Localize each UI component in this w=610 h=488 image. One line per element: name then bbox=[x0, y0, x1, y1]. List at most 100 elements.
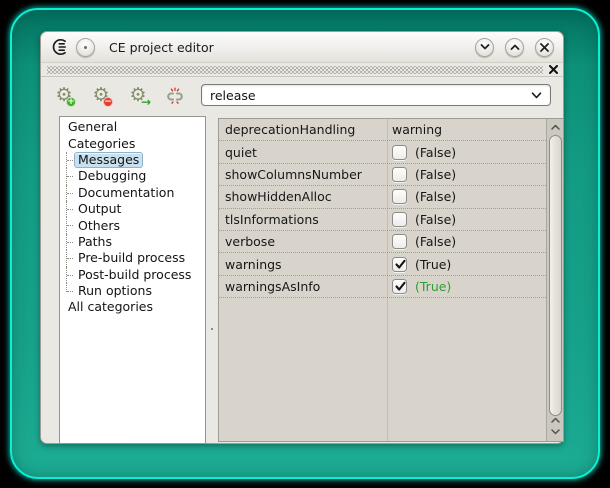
sidebar-item-run-options[interactable]: Run options bbox=[60, 283, 205, 299]
scroll-up-button[interactable] bbox=[547, 120, 563, 134]
configuration-select[interactable]: release bbox=[201, 84, 551, 106]
scroll-down-button[interactable] bbox=[547, 426, 563, 438]
arrow-badge: → bbox=[140, 97, 152, 108]
close-icon bbox=[540, 43, 549, 52]
sidebar-item-label: Run options bbox=[74, 283, 156, 299]
sidebar-item-label: General bbox=[64, 119, 121, 135]
toolbar-close-button[interactable] bbox=[546, 64, 560, 76]
property-name: quiet bbox=[219, 145, 387, 160]
property-value: (True) bbox=[415, 279, 451, 294]
property-name: warnings bbox=[219, 257, 387, 272]
sidebar-item-output[interactable]: Output bbox=[60, 201, 205, 217]
sidebar-item-label: Paths bbox=[74, 234, 116, 250]
sidebar-item-label: Debugging bbox=[74, 168, 150, 184]
toolbar: ⚙ + ⚙ − ⚙ → release bbox=[41, 77, 563, 113]
sidebar-item-general[interactable]: General bbox=[60, 119, 205, 135]
checkbox[interactable] bbox=[392, 279, 407, 294]
sticky-button[interactable] bbox=[76, 38, 95, 57]
chevron-up-icon bbox=[510, 44, 520, 50]
ce-logo-icon bbox=[50, 37, 70, 57]
checkmark-icon bbox=[394, 258, 407, 271]
property-value: (False) bbox=[415, 167, 456, 182]
sidebar-item-label: Messages bbox=[74, 152, 143, 168]
checkbox[interactable] bbox=[392, 167, 407, 182]
sidebar-item-documentation[interactable]: Documentation bbox=[60, 185, 205, 201]
property-value: (False) bbox=[415, 145, 456, 160]
checkbox[interactable] bbox=[392, 145, 407, 160]
checkbox[interactable] bbox=[392, 257, 407, 272]
property-row-verbose[interactable]: verbose (False) bbox=[219, 231, 546, 253]
vertical-scrollbar[interactable] bbox=[546, 119, 563, 441]
toolbar-handle[interactable] bbox=[47, 66, 543, 74]
checkbox[interactable] bbox=[392, 234, 407, 249]
property-name: warningsAsInfo bbox=[219, 279, 387, 294]
property-value: (True) bbox=[415, 257, 451, 272]
minimize-button[interactable] bbox=[475, 38, 494, 57]
sidebar-item-label: All categories bbox=[64, 299, 157, 315]
sidebar-item-label: Documentation bbox=[74, 185, 178, 201]
sidebar-item-debugging[interactable]: Debugging bbox=[60, 168, 205, 184]
toolbar-dock-titlebar[interactable] bbox=[41, 63, 563, 77]
chevron-down-icon bbox=[551, 429, 560, 435]
dot-icon bbox=[84, 46, 87, 49]
property-row-quiet[interactable]: quiet (False) bbox=[219, 141, 546, 163]
close-icon bbox=[549, 65, 558, 74]
property-value-cell: (False) bbox=[387, 212, 546, 227]
property-row-showHiddenAlloc[interactable]: showHiddenAlloc (False) bbox=[219, 186, 546, 208]
maximize-button[interactable] bbox=[505, 38, 524, 57]
minus-badge: − bbox=[103, 97, 113, 107]
sidebar-item-label: Pre-build process bbox=[74, 250, 189, 266]
checkbox[interactable] bbox=[392, 212, 407, 227]
broken-link-icon bbox=[165, 85, 185, 105]
property-row-warningsAsInfo[interactable]: warningsAsInfo (True) bbox=[219, 276, 546, 298]
checkbox[interactable] bbox=[392, 189, 407, 204]
property-row-showColumnsNumber[interactable]: showColumnsNumber (False) bbox=[219, 164, 546, 186]
property-name: verbose bbox=[219, 234, 387, 249]
sidebar-item-all-categories[interactable]: All categories bbox=[60, 299, 205, 315]
remove-configuration-button[interactable]: ⚙ − bbox=[90, 84, 112, 106]
sidebar-item-post-build-process[interactable]: Post-build process bbox=[60, 267, 205, 283]
sidebar-item-categories[interactable]: Categories bbox=[60, 135, 205, 151]
sidebar-item-label: Post-build process bbox=[74, 267, 195, 283]
property-value-cell: (False) bbox=[387, 234, 546, 249]
property-value: warning bbox=[392, 122, 442, 137]
add-configuration-button[interactable]: ⚙ + bbox=[53, 84, 75, 106]
property-name: deprecationHandling bbox=[219, 122, 387, 137]
sidebar-item-label: Others bbox=[74, 218, 124, 234]
property-value-cell: (True) bbox=[387, 257, 546, 272]
ce-project-editor-window: CE project editor ⚙ + ⚙ − bbox=[40, 31, 564, 444]
property-value-cell: (True) bbox=[387, 279, 546, 294]
property-row-warnings[interactable]: warnings (True) bbox=[219, 253, 546, 275]
checkmark-icon bbox=[394, 280, 407, 293]
titlebar[interactable]: CE project editor bbox=[41, 32, 563, 63]
property-value: (False) bbox=[415, 212, 456, 227]
property-value-cell: warning bbox=[387, 122, 546, 137]
sidebar-item-messages[interactable]: Messages bbox=[60, 152, 205, 168]
window-controls bbox=[475, 38, 554, 57]
property-value-cell: (False) bbox=[387, 145, 546, 160]
property-value-cell: (False) bbox=[387, 167, 546, 182]
unlink-configuration-button[interactable] bbox=[164, 84, 186, 106]
chevron-down-icon bbox=[531, 92, 542, 99]
sidebar-item-pre-build-process[interactable]: Pre-build process bbox=[60, 250, 205, 266]
property-value: (False) bbox=[415, 234, 456, 249]
sidebar-item-paths[interactable]: Paths bbox=[60, 234, 205, 250]
property-value: (False) bbox=[415, 189, 456, 204]
property-value-cell: (False) bbox=[387, 189, 546, 204]
property-row-tlsInformations[interactable]: tlsInformations (False) bbox=[219, 209, 546, 231]
close-button[interactable] bbox=[535, 38, 554, 57]
property-row-deprecationHandling[interactable]: deprecationHandling warning bbox=[219, 119, 546, 141]
splitter-handle[interactable] bbox=[207, 116, 217, 444]
property-name: tlsInformations bbox=[219, 212, 387, 227]
copy-configuration-button[interactable]: ⚙ → bbox=[127, 84, 149, 106]
scroll-up-button-bottom[interactable] bbox=[547, 414, 563, 426]
sidebar-item-others[interactable]: Others bbox=[60, 217, 205, 233]
configuration-select-value: release bbox=[210, 88, 531, 103]
property-rows: deprecationHandling warning quiet (False… bbox=[219, 119, 546, 298]
property-name: showColumnsNumber bbox=[219, 167, 387, 182]
plus-badge: + bbox=[66, 97, 76, 107]
chevron-up-icon bbox=[551, 417, 560, 423]
scrollbar-thumb[interactable] bbox=[549, 135, 562, 416]
sidebar-tree: General Categories Messages Debugging Do… bbox=[59, 116, 206, 444]
property-name: showHiddenAlloc bbox=[219, 189, 387, 204]
